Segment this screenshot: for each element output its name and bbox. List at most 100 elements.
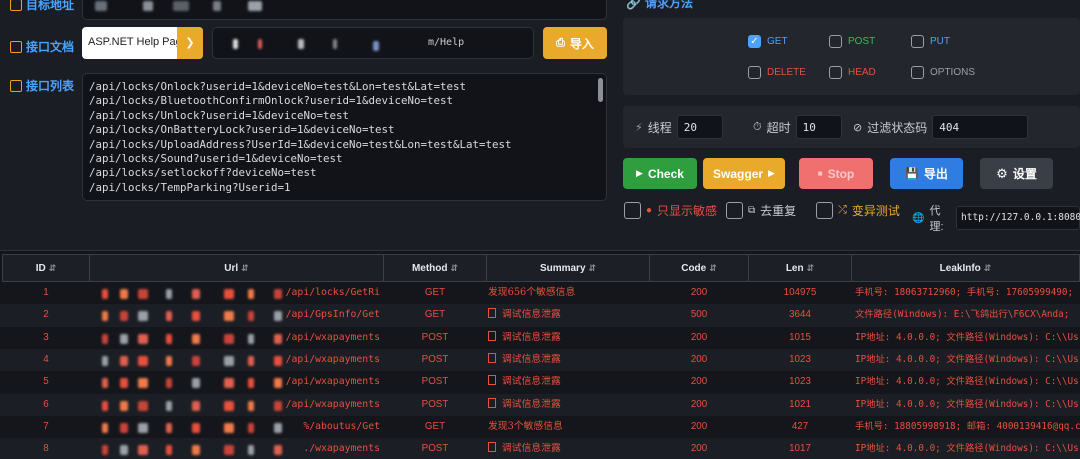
cell-code: 200 — [690, 398, 708, 410]
checkbox-box — [829, 66, 842, 79]
ban-icon: ⊘ — [853, 121, 863, 134]
table-row[interactable]: 6/api/wxapayments POST 调试信息泄露 200 1021 IP地址: … — [0, 393, 1080, 416]
table-row[interactable]: 2/api/GpsInfo/Get GET 调试信息泄露 500 3644 文件路径(Wi… — [0, 304, 1080, 327]
col-method-header[interactable]: Method ⇵ — [383, 254, 487, 282]
play-icon: ▶ — [768, 168, 775, 178]
method-get-checkbox[interactable]: ✓ GET — [748, 35, 788, 48]
redaction-blur — [120, 378, 128, 389]
col-leakinfo-header[interactable]: LeakInfo ⇵ — [851, 254, 1080, 282]
check-button[interactable]: ▶ Check — [623, 158, 697, 189]
export-button[interactable]: 💾 导出 — [890, 158, 963, 189]
col-len-header[interactable]: Len ⇵ — [748, 254, 852, 282]
cell-code: 500 — [690, 309, 708, 321]
cell-len: 1021 — [789, 398, 811, 410]
cell-code: 200 — [690, 376, 708, 388]
method-delete-checkbox[interactable]: DELETE — [748, 66, 806, 79]
col-url-header[interactable]: Url ⇵ — [89, 254, 384, 282]
method-head-checkbox[interactable]: HEAD — [829, 66, 876, 79]
col-code-header[interactable]: Code ⇵ — [649, 254, 749, 282]
dedupe-toggle[interactable]: ⧉ 去重复 — [726, 202, 796, 219]
cell-summary: 发现656个敏感信息 — [488, 287, 576, 298]
swagger-button[interactable]: Swagger ▶ — [703, 158, 785, 189]
link-icon: 🔗 — [626, 0, 641, 10]
redaction-blur — [102, 311, 108, 322]
play-icon: ▶ — [636, 168, 643, 178]
redaction-blur — [120, 400, 128, 411]
table-row[interactable]: 1/api/locks/GetRi GET 发现656个敏感信息 200 104975 手… — [0, 282, 1080, 304]
scrollbar-thumb[interactable] — [598, 78, 603, 102]
table-row[interactable]: 8 ./wxapayments POST 调试信息泄露 200 1017 IP地址: 4.0… — [0, 438, 1080, 459]
table-row[interactable]: 4/api/wxapayments POST 调试信息泄露 200 1023 IP地址: … — [0, 348, 1080, 372]
cell-id: 3 — [43, 331, 49, 343]
settings-button[interactable]: ⚙ 设置 — [980, 158, 1053, 189]
redaction-blur — [102, 422, 108, 433]
cell-len: 1023 — [789, 353, 811, 365]
cell-len: 104975 — [783, 287, 817, 298]
redaction-blur — [120, 333, 128, 344]
redaction-blur — [120, 311, 128, 322]
doc-type-select[interactable]: ASP.NET Help Pag ❯ — [82, 27, 203, 59]
api-line: /api/locks/Sound?userid=1&deviceNo=test — [89, 152, 343, 166]
import-button[interactable]: ⎙ 导入 — [543, 27, 607, 59]
redaction-blur — [274, 333, 282, 344]
redaction-blur — [274, 445, 282, 456]
stop-button[interactable]: ■ Stop — [799, 158, 873, 189]
redaction-blur — [102, 333, 108, 344]
checkbox-box — [911, 35, 924, 48]
api-line: /api/locks/OnBatteryLock?userid=1&device… — [89, 123, 395, 137]
cell-code: 200 — [690, 287, 708, 298]
proxy-option: 🌐 代理: http://127.0.0.1:8080 — [912, 205, 1080, 233]
sort-icon: ⇵ — [450, 262, 459, 273]
cell-leakinfo: IP地址: 4.0.0.0; 文件路径(Windows): C:\\Us — [855, 353, 1079, 365]
table-row[interactable]: 5/api/wxapayments POST 调试信息泄露 200 1023 IP地址: … — [0, 371, 1080, 393]
redaction-blur — [248, 400, 254, 411]
redaction-blur — [138, 333, 148, 344]
target-icon — [10, 0, 22, 11]
target-url-field[interactable] — [82, 0, 607, 20]
cell-summary: 发现3个敏感信息 — [488, 420, 563, 432]
mutation-toggle[interactable]: ⤮ 变异测试 — [816, 202, 900, 219]
redaction-blur — [120, 422, 128, 433]
filter-code-input[interactable]: 404 — [932, 115, 1029, 139]
threads-input[interactable]: 20 — [676, 115, 723, 139]
cell-id: 5 — [43, 376, 49, 388]
table-header: ID ⇵ Url ⇵ Method ⇵ Summary ⇵ Code ⇵ Len ⇵ Lea… — [0, 254, 1080, 282]
cell-method: GET — [424, 309, 446, 321]
redaction-blur — [274, 422, 282, 433]
checkbox-box — [816, 202, 833, 219]
save-icon: 💾 — [905, 168, 919, 180]
method-post-checkbox[interactable]: POST — [829, 35, 875, 48]
cell-len: 1017 — [789, 443, 811, 455]
redaction-blur — [138, 355, 148, 366]
method-options-checkbox[interactable]: OPTIONS — [911, 66, 975, 79]
col-summary-header[interactable]: Summary ⇵ — [486, 254, 650, 282]
cell-code: 200 — [690, 353, 708, 365]
sort-icon: ⇵ — [983, 262, 992, 273]
cell-len: 3644 — [789, 309, 811, 321]
table-row[interactable]: 3/api/wxapayments POST 调试信息泄露 200 1015 IP地址: … — [0, 327, 1080, 349]
redaction-blur — [248, 333, 254, 344]
cell-leakinfo: IP地址: 4.0.0.0; 文件路径(Windows): C:\\Us — [855, 376, 1079, 388]
cell-summary: 调试信息泄露 — [488, 438, 648, 459]
sensitive-only-toggle[interactable]: ● 只显示敏感 — [624, 202, 717, 219]
threads-option: ⚡ 线程 20 — [635, 115, 723, 139]
method-put-checkbox[interactable]: PUT — [911, 35, 950, 48]
copy-icon: ⧉ — [748, 205, 756, 216]
redaction-blur — [192, 400, 200, 411]
doc-url-field[interactable]: m/Help — [212, 27, 534, 59]
cell-id: 2 — [43, 309, 49, 321]
redaction-blur — [248, 422, 254, 433]
redaction-blur — [274, 311, 282, 322]
api-list-textarea[interactable]: /api/locks/Onlock?userid=1&deviceNo=test… — [82, 73, 607, 201]
api-line: /api/locks/Unlock?userid=1&deviceNo=test — [89, 108, 350, 122]
redaction-blur — [102, 400, 108, 411]
timeout-input[interactable]: 10 — [795, 115, 842, 139]
col-id-header[interactable]: ID ⇵ — [2, 254, 90, 282]
redaction-blur — [138, 422, 148, 433]
chevron-down-icon[interactable]: ❯ — [177, 27, 203, 59]
table-row[interactable]: 7 %/aboutus/Get GET 发现3个敏感信息 200 427 手机号: 1880… — [0, 416, 1080, 438]
cell-len: 427 — [791, 420, 809, 432]
proxy-input[interactable]: http://127.0.0.1:8080 — [956, 206, 1080, 230]
document-icon — [488, 375, 496, 386]
sort-icon: ⇵ — [588, 262, 597, 273]
